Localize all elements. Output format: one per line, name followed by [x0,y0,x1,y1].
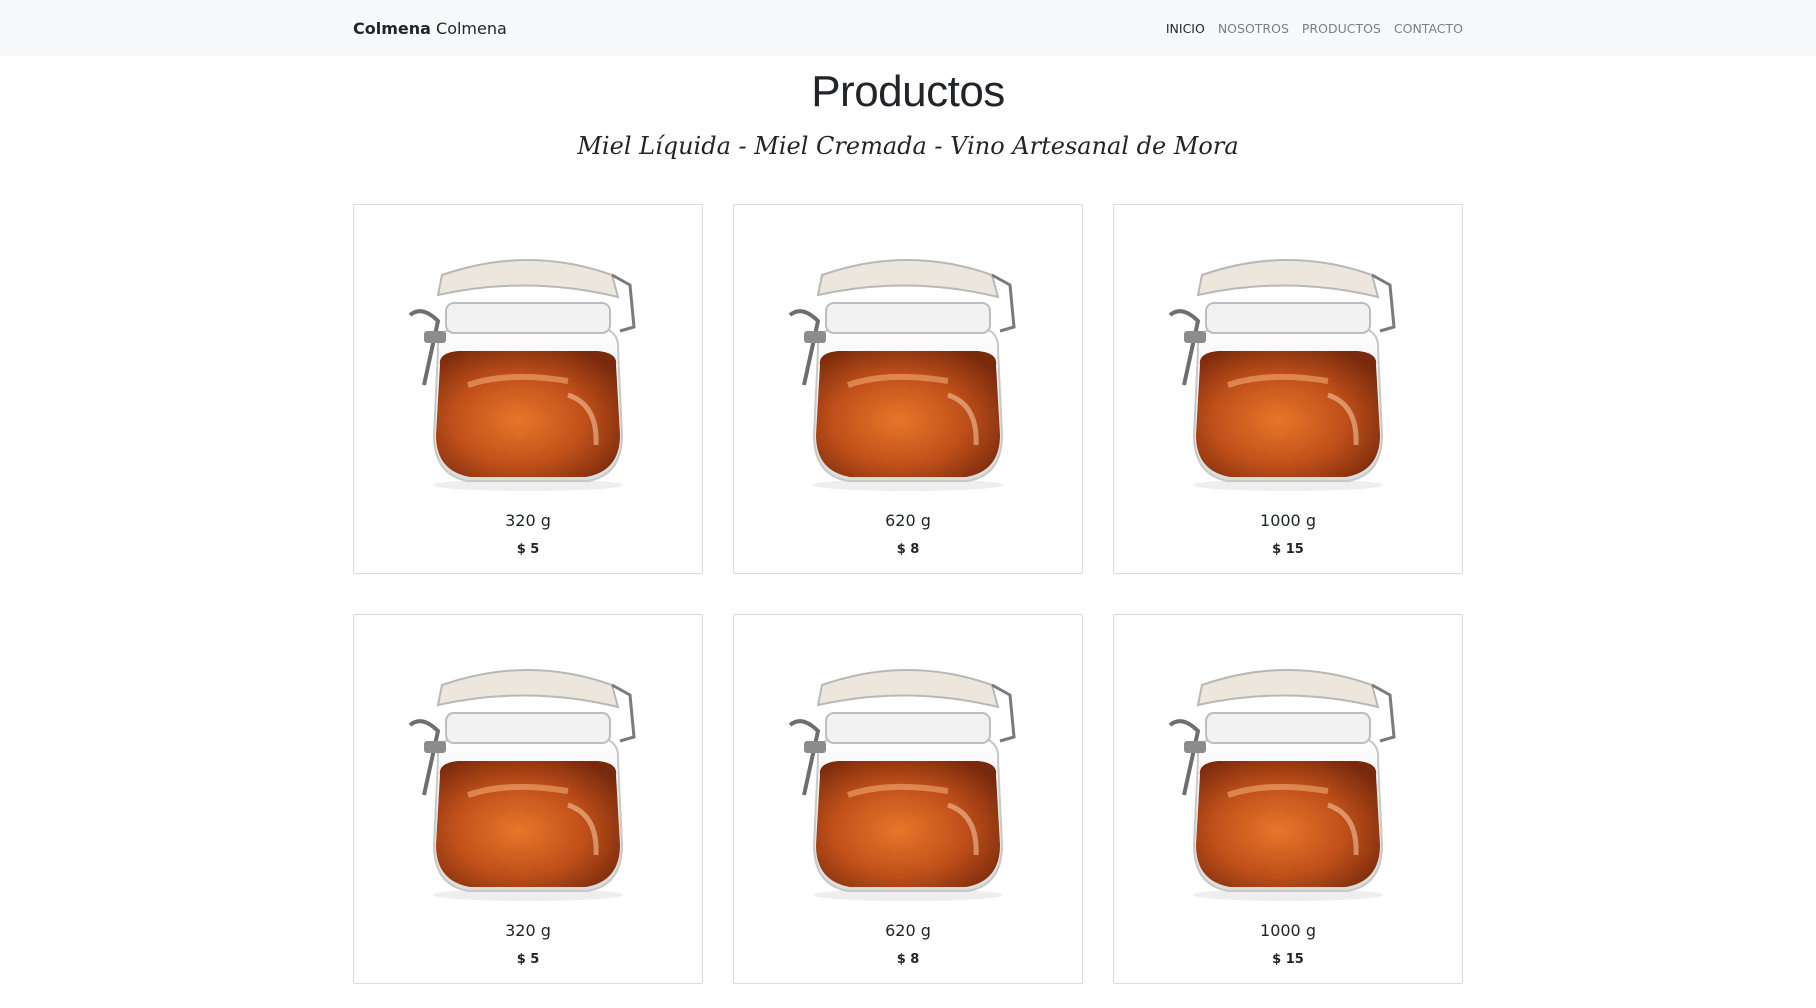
navbar: Colmena Colmena INICIO NOSOTROS PRODUCTO… [0,0,1816,56]
honey-jar-image [778,645,1038,905]
product-price: $ 5 [516,951,540,967]
product-weight: 320 g [505,510,551,530]
brand-link[interactable]: Colmena Colmena [353,19,507,38]
product-card[interactable]: 1000 g $ 15 [1113,613,1463,984]
product-weight: 1000 g [1260,920,1316,940]
nav-links: INICIO NOSOTROS PRODUCTOS CONTACTO [1166,21,1463,36]
product-weight: 320 g [505,920,551,940]
product-weight: 1000 g [1260,510,1316,530]
product-grid: 320 g $ 5 620 g $ 8 1000 g $ 15 320 g $ … [353,203,1463,984]
product-price: $ 15 [1272,541,1304,557]
product-card[interactable]: 320 g $ 5 [353,613,703,984]
brand-bold: Colmena [353,18,431,38]
honey-jar-image [398,645,658,905]
brand-rest: Colmena [430,18,507,38]
product-price: $ 15 [1272,951,1304,967]
product-price: $ 8 [896,541,920,557]
product-card[interactable]: 320 g $ 5 [353,203,703,574]
product-price: $ 5 [516,541,540,557]
product-weight: 620 g [885,510,931,530]
honey-jar-image [1158,645,1418,905]
honey-jar-image [778,235,1038,495]
page-subtitle: Miel Líquida - Miel Cremada - Vino Artes… [577,131,1239,160]
product-card[interactable]: 620 g $ 8 [733,613,1083,984]
honey-jar-image [1158,235,1418,495]
honey-jar-image [398,235,658,495]
product-card[interactable]: 620 g $ 8 [733,203,1083,574]
product-card[interactable]: 1000 g $ 15 [1113,203,1463,574]
product-weight: 620 g [885,920,931,940]
nav-link-inicio[interactable]: INICIO [1166,21,1205,36]
nav-link-nosotros[interactable]: NOSOTROS [1218,21,1289,36]
navbar-inner: Colmena Colmena INICIO NOSOTROS PRODUCTO… [353,19,1463,38]
page-title: Productos [811,67,1005,116]
product-price: $ 8 [896,951,920,967]
nav-link-contacto[interactable]: CONTACTO [1394,21,1463,36]
nav-link-productos[interactable]: PRODUCTOS [1302,21,1381,36]
